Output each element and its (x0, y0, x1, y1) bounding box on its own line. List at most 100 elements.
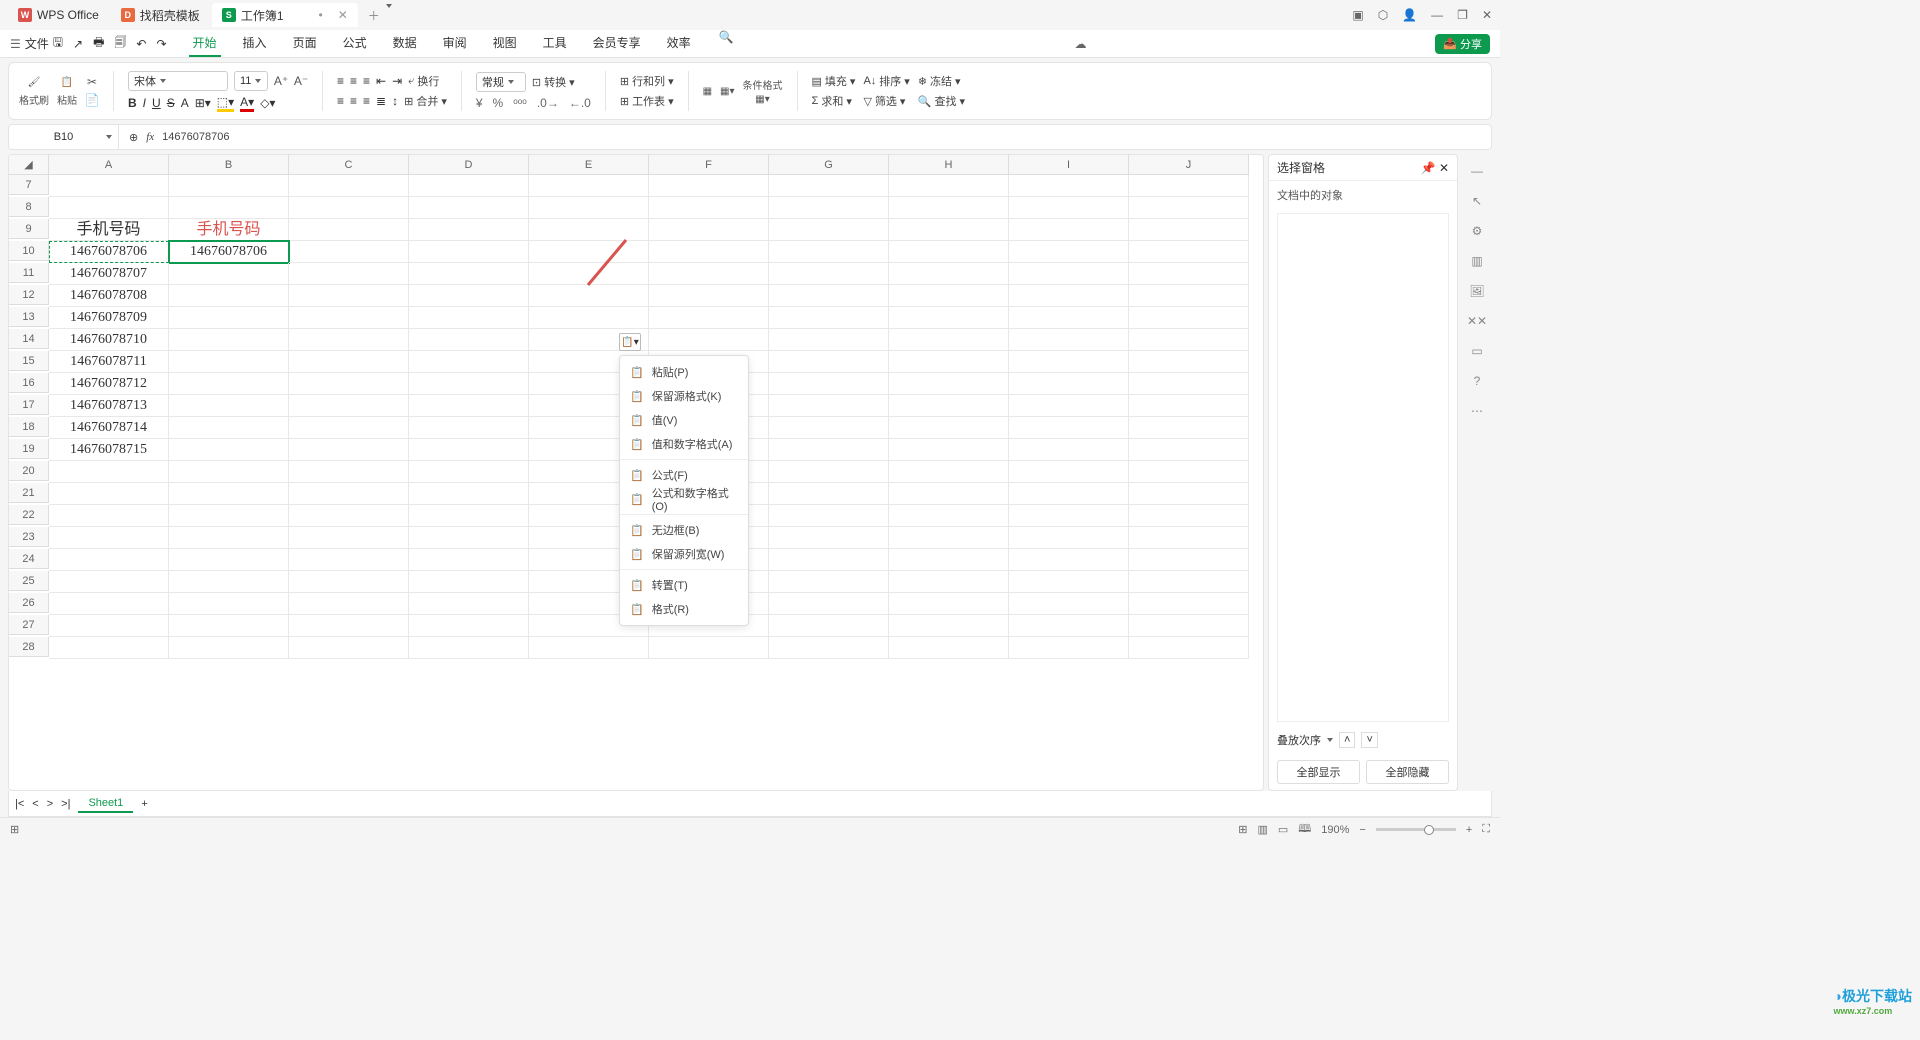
cell[interactable] (169, 615, 289, 637)
spreadsheet[interactable]: ◢ABCDEFGHIJ789手机号码手机号码101467607870614676… (8, 154, 1264, 791)
tab-home[interactable]: 开始 (189, 30, 221, 57)
row-header[interactable]: 14 (9, 329, 49, 349)
cell[interactable] (529, 417, 649, 439)
cell[interactable] (169, 175, 289, 197)
align-left-icon[interactable]: ≡ (337, 94, 344, 108)
cell[interactable] (289, 241, 409, 263)
align-center-icon[interactable]: ≡ (350, 94, 357, 108)
cell[interactable] (1009, 615, 1129, 637)
col-header[interactable]: B (169, 155, 289, 175)
next-sheet-icon[interactable]: > (47, 798, 53, 810)
fx-icon[interactable]: fx (146, 131, 154, 143)
cell[interactable] (769, 241, 889, 263)
view-break-icon[interactable]: ▭ (1278, 823, 1288, 836)
cell[interactable] (889, 285, 1009, 307)
cell[interactable] (889, 197, 1009, 219)
cell[interactable] (169, 197, 289, 219)
cell[interactable] (649, 593, 769, 615)
cell[interactable] (529, 593, 649, 615)
orient-icon[interactable]: ↕ (392, 94, 398, 108)
cell[interactable] (529, 175, 649, 197)
print-icon[interactable]: 🖶 (93, 33, 104, 54)
cell[interactable] (649, 439, 769, 461)
row-header[interactable]: 21 (9, 483, 49, 503)
cell[interactable] (769, 593, 889, 615)
cell[interactable] (649, 307, 769, 329)
cell[interactable] (769, 439, 889, 461)
tool-icon[interactable]: ✕✕ (1467, 314, 1487, 328)
cell[interactable] (1009, 461, 1129, 483)
cell[interactable] (889, 351, 1009, 373)
cell[interactable] (529, 241, 649, 263)
cell[interactable] (529, 395, 649, 417)
strike-button[interactable]: S (167, 96, 175, 110)
row-header[interactable]: 10 (9, 241, 49, 261)
cell[interactable] (1009, 285, 1129, 307)
file-menu[interactable]: 文件 (25, 35, 49, 52)
zoom-in-icon[interactable]: + (1466, 824, 1472, 836)
cell[interactable] (889, 637, 1009, 659)
cell[interactable] (1129, 527, 1249, 549)
setting-icon[interactable]: ⚙ (1472, 224, 1483, 238)
cell[interactable] (649, 505, 769, 527)
cell[interactable] (1009, 351, 1129, 373)
cell[interactable] (289, 263, 409, 285)
cut-icon[interactable]: ✂ (85, 75, 99, 89)
cell[interactable]: 14676078710 (49, 329, 169, 351)
cell[interactable] (1009, 175, 1129, 197)
cell[interactable] (769, 373, 889, 395)
cell[interactable] (529, 461, 649, 483)
layers-icon[interactable]: ▭ (1471, 344, 1482, 358)
cell[interactable] (1129, 197, 1249, 219)
close-icon[interactable]: ✕ (1482, 8, 1492, 22)
cell[interactable] (529, 615, 649, 637)
cell[interactable] (769, 329, 889, 351)
paste-icon[interactable]: 📋 (60, 76, 74, 90)
cell[interactable] (1129, 549, 1249, 571)
row-header[interactable]: 27 (9, 615, 49, 635)
rowcol-button[interactable]: ⊞行和列▾ (620, 73, 674, 89)
cell[interactable]: 14676078706 (169, 241, 289, 263)
cond-format-button[interactable]: 条件格式 (743, 77, 783, 92)
cell[interactable] (1129, 263, 1249, 285)
cell[interactable] (529, 285, 649, 307)
more-icon[interactable]: ⋯ (1471, 404, 1483, 418)
underline-button[interactable]: U (152, 96, 161, 110)
status-icon[interactable]: ⊞ (10, 823, 19, 836)
cell[interactable] (649, 351, 769, 373)
cell[interactable] (289, 549, 409, 571)
cell[interactable] (409, 395, 529, 417)
cell[interactable] (1009, 637, 1129, 659)
cell[interactable] (769, 637, 889, 659)
cell[interactable] (769, 395, 889, 417)
cell[interactable] (1009, 439, 1129, 461)
percent-icon[interactable]: % (493, 96, 504, 110)
col-header[interactable]: C (289, 155, 409, 175)
cell[interactable] (409, 549, 529, 571)
formula-input[interactable]: 14676078706 (162, 131, 229, 143)
cell[interactable] (169, 505, 289, 527)
cell[interactable] (649, 549, 769, 571)
font-style-icon[interactable]: A (181, 96, 189, 110)
cell[interactable] (769, 505, 889, 527)
row-header[interactable]: 15 (9, 351, 49, 371)
dec-font-icon[interactable]: A⁻ (294, 74, 308, 88)
tab-tools[interactable]: 工具 (539, 30, 571, 57)
row-header[interactable]: 22 (9, 505, 49, 525)
cell[interactable] (889, 527, 1009, 549)
reader-icon[interactable]: 🕮 (1298, 820, 1311, 839)
cell[interactable] (169, 307, 289, 329)
collapse-icon[interactable]: — (1471, 164, 1483, 178)
cell[interactable] (289, 329, 409, 351)
tab-data[interactable]: 数据 (389, 30, 421, 57)
cell[interactable]: 14676078708 (49, 285, 169, 307)
cell[interactable] (889, 615, 1009, 637)
cell[interactable]: 14676078707 (49, 263, 169, 285)
cell[interactable] (1009, 307, 1129, 329)
cell[interactable] (1129, 373, 1249, 395)
fullscreen-icon[interactable]: ⛶ (1482, 823, 1490, 836)
row-header[interactable]: 7 (9, 175, 49, 195)
align-justify-icon[interactable]: ≣ (376, 94, 386, 108)
minimize-icon[interactable]: — (1431, 8, 1443, 22)
cell[interactable]: 14676078715 (49, 439, 169, 461)
